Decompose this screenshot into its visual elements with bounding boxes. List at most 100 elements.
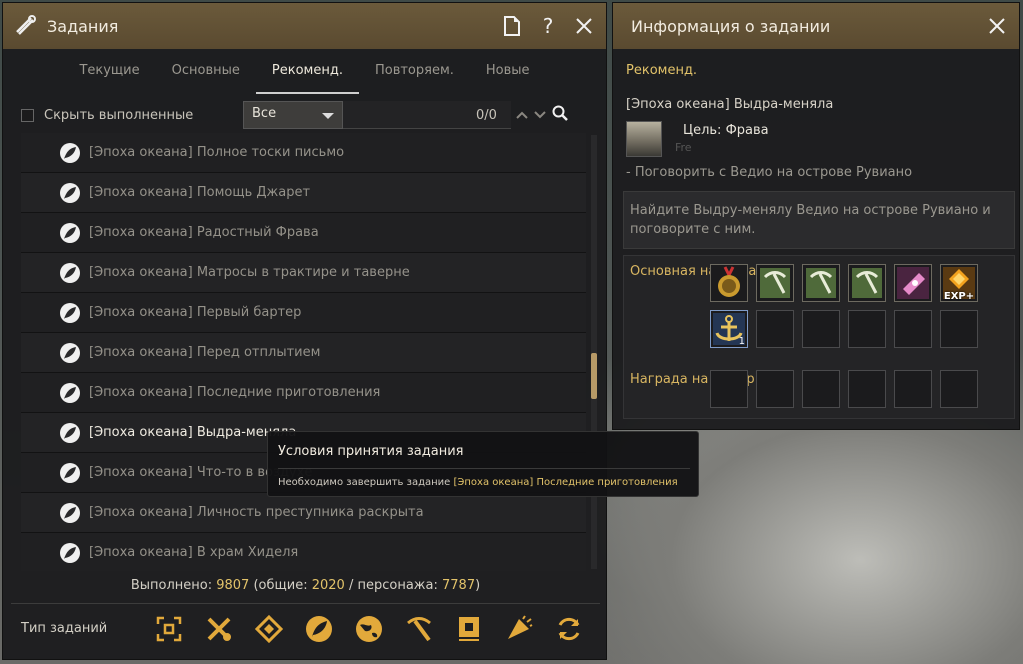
close-icon[interactable]: [985, 14, 1009, 38]
quest-list-scrollbar[interactable]: [591, 135, 597, 569]
reward-slot[interactable]: EXP+: [940, 264, 978, 302]
quest-target: Цель: Фрава: [683, 123, 769, 138]
close-icon[interactable]: [572, 14, 596, 38]
list-item[interactable]: [Эпоха океана] Полное тоски письмо: [21, 133, 586, 173]
quest-title: [Эпоха океана] Выдра-меняла: [626, 97, 834, 112]
list-item[interactable]: [Эпоха океана] Первый бартер: [21, 293, 586, 333]
quest-description: Найдите Выдру-менялу Ведио на острове Ру…: [623, 191, 1015, 249]
tools-icon[interactable]: [201, 611, 237, 647]
item-quantity: 1: [738, 336, 745, 347]
pickaxe-icon[interactable]: [401, 611, 437, 647]
quest-objective[interactable]: - Поговорить с Ведио на острове Рувиано: [626, 165, 912, 180]
info-window-titlebar[interactable]: Информация о задании: [613, 3, 1019, 49]
leaf-icon: [60, 502, 80, 523]
choice-slot-empty: [802, 370, 840, 408]
tooltip-divider: [278, 468, 690, 469]
tab-current[interactable]: Текущие: [63, 63, 155, 94]
npc-portrait: [626, 121, 662, 157]
list-item[interactable]: [Эпоха океана] Матросы в трактире и таве…: [21, 253, 586, 293]
leaf-icon: [60, 222, 80, 243]
tab-recommended[interactable]: Рекоменд.: [255, 63, 359, 94]
completed-char-label: / персонажа:: [348, 578, 438, 593]
search-counter: 0/0: [476, 108, 497, 123]
tab-main[interactable]: Основные: [156, 63, 256, 94]
npc-sub-label: Fre: [675, 141, 692, 154]
globe-icon[interactable]: [351, 611, 387, 647]
quest-list: [Эпоха океана] Полное тоски письмо [Эпох…: [21, 133, 586, 571]
chevron-down-icon: [322, 113, 334, 119]
quest-type-bar: Тип заданий: [11, 603, 600, 653]
quest-window-title: Задания: [47, 16, 119, 36]
reward-slot[interactable]: 1: [710, 310, 748, 348]
reward-slot[interactable]: [756, 264, 794, 302]
exp-label: EXP+: [943, 291, 975, 302]
reward-slot[interactable]: [894, 264, 932, 302]
quest-requirement-tooltip: Условия принятия задания Необходимо заве…: [267, 431, 699, 497]
tab-repeatable[interactable]: Повторяем.: [359, 63, 470, 94]
quest-name: [Эпоха океана] В храм Хиделя: [89, 545, 299, 560]
leaf-icon: [60, 142, 80, 163]
completed-character: 7787: [442, 578, 476, 593]
help-icon[interactable]: ?: [536, 14, 560, 38]
scrollbar-thumb[interactable]: [591, 353, 597, 399]
choice-slot-empty: [848, 370, 886, 408]
completed-general: 2020: [311, 578, 345, 593]
document-icon[interactable]: [500, 14, 524, 38]
leaf-icon: [60, 302, 80, 323]
reward-slot-empty: [894, 310, 932, 348]
leaf-type-icon[interactable]: [301, 611, 337, 647]
quest-tabs: Текущие Основные Рекоменд. Повторяем. Но…: [3, 49, 606, 95]
quest-name: [Эпоха океана] Матросы в трактире и таве…: [89, 265, 410, 280]
filter-dropdown[interactable]: Все: [243, 101, 343, 129]
list-item[interactable]: [Эпоха океана] Помощь Джарет: [21, 173, 586, 213]
hide-completed-checkbox[interactable]: [21, 108, 34, 122]
green-tool-icon: [852, 268, 882, 298]
reward-slot-empty: [848, 310, 886, 348]
completed-suffix: ): [475, 578, 481, 593]
tooltip-text-prefix: Необходимо завершить задание: [278, 477, 451, 488]
quest-type-label: Тип заданий: [21, 621, 108, 636]
all-icon[interactable]: [151, 611, 187, 647]
list-item[interactable]: [Эпоха океана] Последние приготовления: [21, 373, 586, 413]
chevron-down-small-icon[interactable]: [534, 108, 546, 122]
quest-window: Задания ? Текущие Основные Рекоменд. Пов…: [2, 2, 607, 660]
quest-scroll-icon: [13, 14, 37, 38]
quest-name: [Эпоха океана] Помощь Джарет: [89, 185, 311, 200]
tab-new[interactable]: Новые: [470, 63, 546, 94]
list-item[interactable]: [Эпоха океана] Личность преступника раск…: [21, 493, 586, 533]
search-icon[interactable]: [552, 105, 568, 124]
diamond-icon[interactable]: [251, 611, 287, 647]
choice-slot-empty: [756, 370, 794, 408]
medal-icon: [718, 266, 740, 297]
reward-slot[interactable]: [848, 264, 886, 302]
list-item[interactable]: [Эпоха океана] Радостный Фрава: [21, 213, 586, 253]
book-icon[interactable]: [451, 611, 487, 647]
leaf-icon: [60, 462, 80, 483]
quest-name: [Эпоха океана] Первый бартер: [89, 305, 302, 320]
filter-dropdown-value: Все: [252, 106, 277, 121]
choice-slot-empty: [710, 370, 748, 408]
quest-name: [Эпоха океана] Радостный Фрава: [89, 225, 319, 240]
list-item[interactable]: [Эпоха океана] Перед отплытием: [21, 333, 586, 373]
completed-total: 9807: [216, 578, 250, 593]
green-tool-icon: [806, 268, 836, 298]
completed-counter: Выполнено: 9807 (общие: 2020 / персонажа…: [3, 578, 608, 593]
tooltip-text-highlight: [Эпоха океана] Последние приготовления: [453, 477, 678, 488]
reward-slot[interactable]: [710, 264, 748, 302]
refresh-icon[interactable]: [551, 611, 587, 647]
chevron-up-icon[interactable]: [516, 108, 528, 122]
reward-slot-empty: [802, 310, 840, 348]
reward-slot[interactable]: [802, 264, 840, 302]
horn-icon[interactable]: [501, 611, 537, 647]
list-item[interactable]: [Эпоха океана] В храм Хиделя: [21, 533, 586, 571]
reward-slot-empty: [940, 310, 978, 348]
quest-name: [Эпоха океана] Перед отплытием: [89, 345, 321, 360]
filter-bar: Скрыть выполненные Все 0/0: [21, 99, 586, 131]
completed-prefix: Выполнено:: [130, 578, 213, 593]
quest-window-titlebar[interactable]: Задания ?: [3, 3, 606, 49]
choice-slot-empty: [894, 370, 932, 408]
green-tool-icon: [760, 268, 790, 298]
completed-general-label: (общие:: [253, 578, 308, 593]
leaf-icon: [60, 262, 80, 283]
quest-name: [Эпоха океана] Полное тоски письмо: [89, 145, 345, 160]
